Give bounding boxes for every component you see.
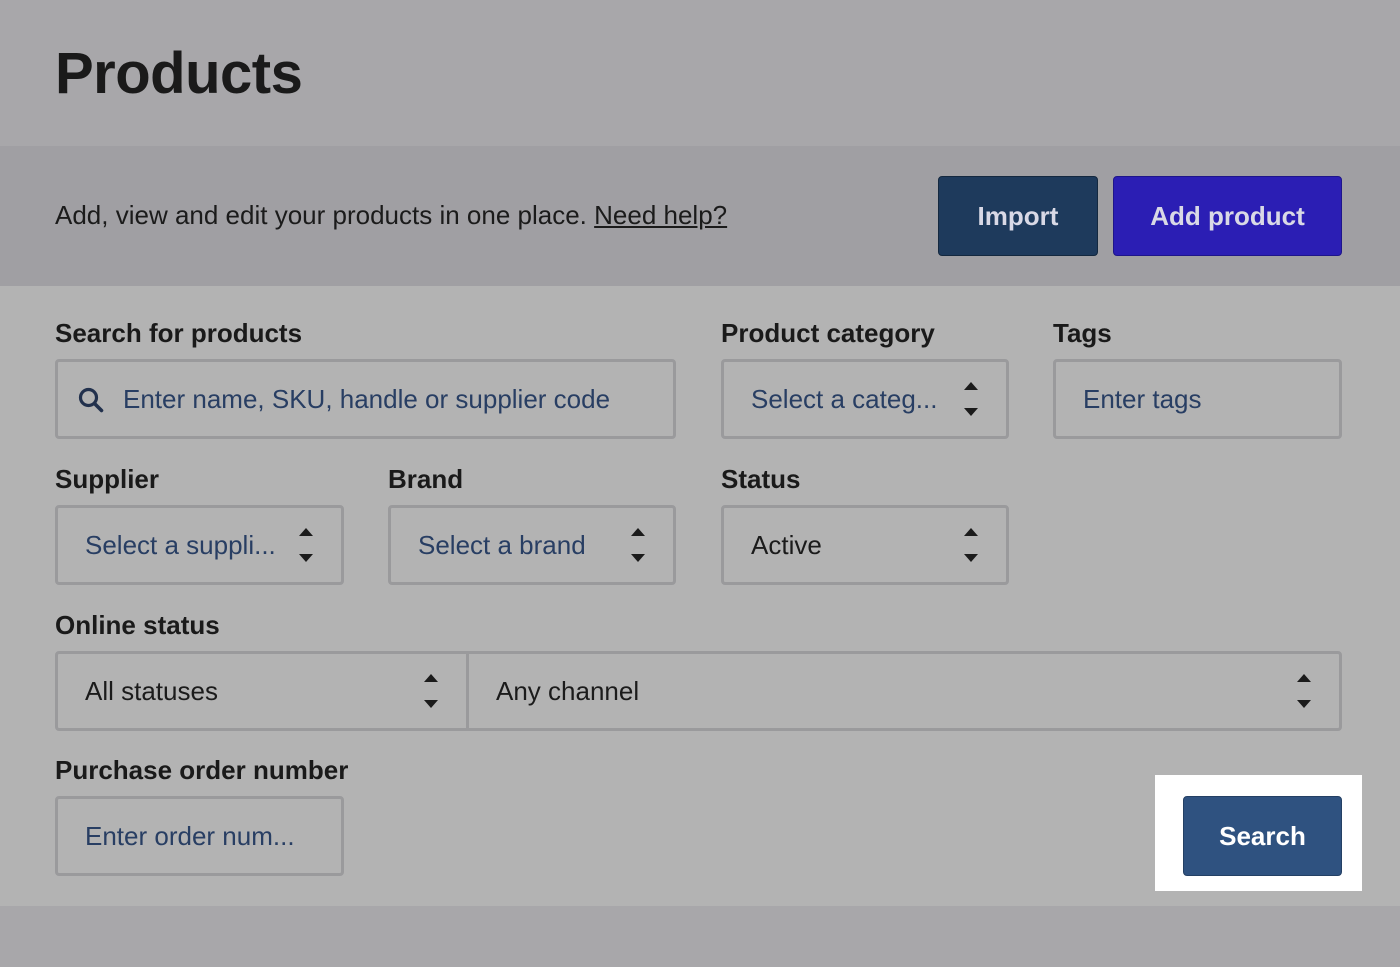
tags-input[interactable]: Enter tags	[1053, 359, 1342, 439]
online-status-value: All statuses	[85, 675, 218, 706]
category-select[interactable]: Select a categ...	[721, 359, 1009, 439]
tags-label: Tags	[1053, 318, 1112, 348]
select-arrows-icon	[964, 528, 978, 562]
search-button[interactable]: Search	[1183, 796, 1342, 876]
status-select[interactable]: Active	[721, 505, 1009, 585]
purchase-order-placeholder: Enter order num...	[85, 820, 295, 851]
tags-placeholder: Enter tags	[1083, 383, 1202, 414]
online-status-group: All statuses Any channel	[55, 651, 1342, 731]
purchase-order-input[interactable]: Enter order num...	[55, 796, 344, 876]
category-label: Product category	[721, 318, 935, 348]
channel-select[interactable]: Any channel	[469, 654, 1339, 728]
search-input[interactable]: Enter name, SKU, handle or supplier code	[55, 359, 676, 439]
online-status-select[interactable]: All statuses	[58, 654, 466, 728]
search-label: Search for products	[55, 318, 303, 348]
brand-placeholder: Select a brand	[418, 529, 586, 560]
brand-select[interactable]: Select a brand	[388, 505, 676, 585]
need-help-link[interactable]: Need help?	[594, 200, 727, 230]
intro-description: Add, view and edit your products in one …	[55, 200, 587, 230]
category-placeholder: Select a categ...	[751, 383, 938, 414]
channel-value: Any channel	[496, 675, 640, 706]
purchase-order-label: Purchase order number	[55, 755, 349, 785]
search-placeholder: Enter name, SKU, handle or supplier code	[123, 383, 611, 414]
select-arrows-icon	[631, 528, 645, 562]
page-header: Products	[0, 0, 1400, 146]
supplier-select[interactable]: Select a suppli...	[55, 505, 344, 585]
brand-label: Brand	[388, 464, 464, 494]
intro-text: Add, view and edit your products in one …	[55, 200, 727, 231]
select-arrows-icon	[1297, 674, 1311, 708]
intro-bar: Add, view and edit your products in one …	[0, 146, 1400, 286]
status-value: Active	[751, 529, 822, 560]
select-arrows-icon	[424, 674, 438, 708]
status-label: Status	[721, 464, 801, 494]
add-product-button[interactable]: Add product	[1113, 176, 1342, 256]
supplier-label: Supplier	[55, 464, 160, 494]
select-arrows-icon	[964, 382, 978, 416]
online-status-label: Online status	[55, 610, 220, 640]
select-arrows-icon	[299, 528, 313, 562]
supplier-placeholder: Select a suppli...	[85, 529, 276, 560]
import-button[interactable]: Import	[938, 176, 1098, 256]
search-icon	[78, 387, 104, 413]
page-footer-area	[0, 906, 1400, 967]
page-title: Products	[55, 41, 303, 106]
